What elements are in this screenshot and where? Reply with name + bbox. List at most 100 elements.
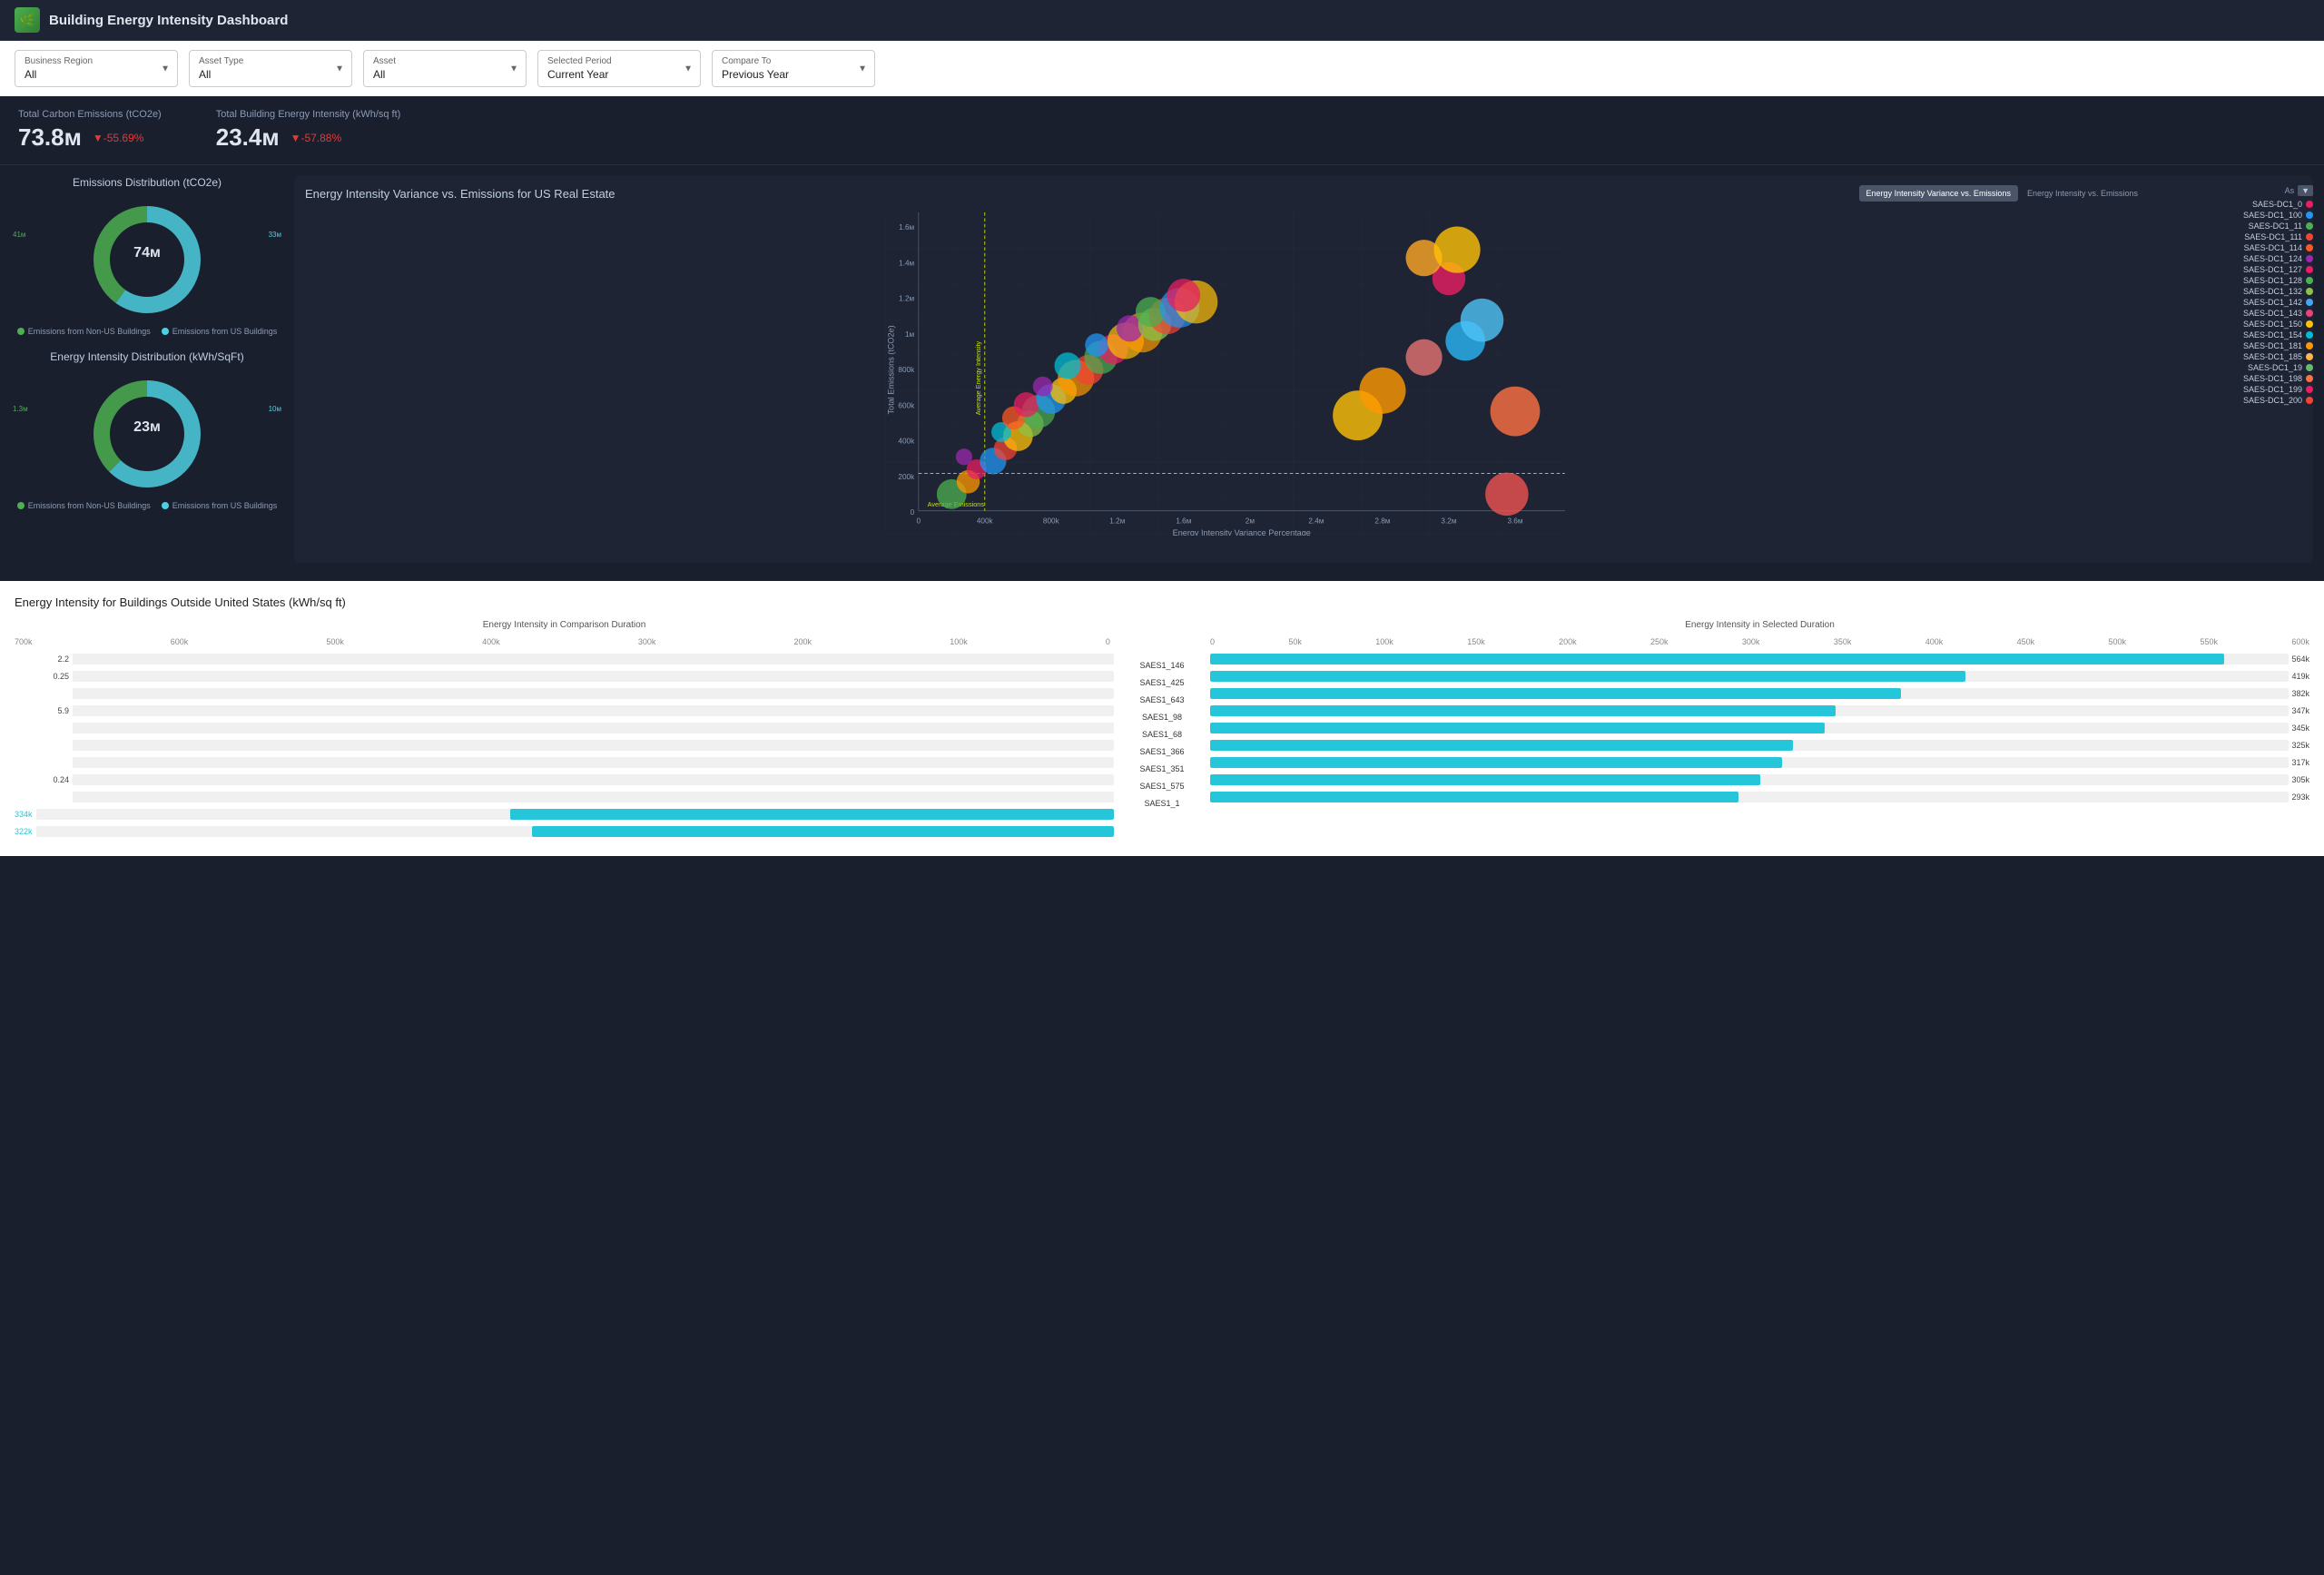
legend-dot-dc1-142 [2306, 299, 2313, 306]
left-bar-track-8 [73, 774, 1114, 785]
right-bar-track-4 [1210, 705, 2289, 716]
left-bar-track-7 [73, 757, 1114, 768]
chevron-down-icon: ▼ [161, 64, 170, 74]
filter-asset-type-label: Asset Type [199, 56, 342, 66]
left-bar-track-11 [36, 826, 1114, 837]
tab-variance-emissions[interactable]: Energy Intensity Variance vs. Emissions [1859, 185, 2018, 202]
left-bar-value-8: 0.24 [15, 775, 69, 784]
kpi-row: Total Carbon Emissions (tCO2e) 73.8м ▼-5… [0, 96, 2324, 165]
energy-distribution-section: Energy Intensity Distribution (kWh/SqFt)… [11, 350, 283, 510]
legend-dot-dc1-127 [2306, 266, 2313, 273]
scatter-plot-svg: 0 200k 400k 600k 800k 1м 1.2м 1.4м 1.6м … [305, 212, 2145, 536]
left-bar-row-5 [15, 721, 1114, 735]
svg-text:800k: 800k [1043, 517, 1060, 525]
emissions-donut-legend: Emissions from Non-US Buildings Emission… [11, 327, 283, 336]
energy-donut-title: Energy Intensity Distribution (kWh/SqFt) [11, 350, 283, 363]
right-bar-row-7: 317k [1210, 755, 2309, 770]
legend-item-dc1-181: SAES-DC1_181 [2154, 341, 2313, 350]
filter-asset-type-value: All [199, 68, 342, 81]
legend-item-dc1-198: SAES-DC1_198 [2154, 374, 2313, 383]
legend-dot-dc1-150 [2306, 320, 2313, 328]
right-bar-row-4: 347k [1210, 704, 2309, 718]
legend-energy-non-us-label: Emissions from Non-US Buildings [28, 501, 151, 510]
legend-dot-dc1-200 [2306, 397, 2313, 404]
left-bar-track-5 [73, 723, 1114, 733]
filter-business-region[interactable]: Business Region All ▼ [15, 50, 178, 87]
legend-item-dc1-143: SAES-DC1_143 [2154, 309, 2313, 318]
filter-asset[interactable]: Asset All ▼ [363, 50, 527, 87]
left-axis-labels: 700k 600k 500k 400k 300k 200k 100k 0 [15, 637, 1114, 646]
scatter-tabs: Energy Intensity Variance vs. Emissions … [1859, 185, 2145, 202]
legend-item-dc1-100: SAES-DC1_100 [2154, 211, 2313, 220]
svg-text:400k: 400k [977, 517, 994, 525]
svg-text:2.4м: 2.4м [1308, 517, 1324, 525]
right-bar-track-8 [1210, 774, 2289, 785]
svg-text:Average Energy Intensity: Average Energy Intensity [974, 341, 982, 416]
legend-dot-dc1-124 [2306, 255, 2313, 262]
right-bar-label-8: 305k [2291, 775, 2309, 784]
left-bar-value-1: 2.2 [15, 655, 69, 664]
legend-item-dc1-150: SAES-DC1_150 [2154, 320, 2313, 329]
right-bar-row-5: 345k [1210, 721, 2309, 735]
legend-item-dc1-124: SAES-DC1_124 [2154, 254, 2313, 263]
right-bar-row-2: 419k [1210, 669, 2309, 684]
energy-donut-chart: 23м [88, 375, 206, 493]
middle-label-5: SAES1_68 [1142, 725, 1182, 743]
chevron-down-icon: ▼ [335, 64, 344, 74]
left-bar-track-3 [73, 688, 1114, 699]
svg-text:1.6м: 1.6м [899, 223, 914, 231]
emissions-donut-container: 74м 41м 33м [11, 196, 283, 323]
filter-selected-period[interactable]: Selected Period Current Year ▼ [537, 50, 701, 87]
legend-dot-dc1-111 [2306, 233, 2313, 241]
legend-dot-dc1-100 [2306, 212, 2313, 219]
legend-dot-dc1-19 [2306, 364, 2313, 371]
svg-text:1.6м: 1.6м [1176, 517, 1191, 525]
legend-item-dc1-127: SAES-DC1_127 [2154, 265, 2313, 274]
left-bar-row-9 [15, 790, 1114, 804]
right-bar-track-7 [1210, 757, 2289, 768]
svg-text:400k: 400k [898, 438, 915, 446]
chevron-down-icon: ▼ [684, 64, 693, 74]
left-bar-row-3 [15, 686, 1114, 701]
left-bar-row-4: 5.9 [15, 704, 1114, 718]
middle-label-6: SAES1_366 [1139, 743, 1184, 760]
svg-text:23м: 23м [133, 419, 161, 435]
filter-bar: Business Region All ▼ Asset Type All ▼ A… [0, 41, 2324, 96]
legend-energy-us-label: Emissions from US Buildings [172, 501, 278, 510]
left-bar-row-6 [15, 738, 1114, 753]
svg-text:Energy Intensity Variance Perc: Energy Intensity Variance Percentage [1173, 528, 1311, 536]
legend-item-dc1-0: SAES-DC1_0 [2154, 200, 2313, 209]
right-bar-label-1: 564k [2291, 655, 2309, 664]
legend-filter-button[interactable]: ▼ [2298, 185, 2313, 196]
filter-compare-to[interactable]: Compare To Previous Year ▼ [712, 50, 875, 87]
legend-item-dc1-185: SAES-DC1_185 [2154, 352, 2313, 361]
right-bar-track-6 [1210, 740, 2289, 751]
right-bar-label-3: 382k [2291, 689, 2309, 698]
legend-dot-dc1-181 [2306, 342, 2313, 349]
kpi-energy-value: 23.4м [216, 123, 280, 152]
app-header: 🌿 Building Energy Intensity Dashboard [0, 0, 2324, 41]
filter-asset-type[interactable]: Asset Type All ▼ [189, 50, 352, 87]
right-bar-chart: Energy Intensity in Selected Duration 0 … [1203, 620, 2309, 842]
svg-text:0: 0 [916, 517, 921, 525]
right-bar-label-5: 345k [2291, 724, 2309, 733]
right-bar-track-1 [1210, 654, 2289, 664]
legend-us: Emissions from US Buildings [162, 327, 278, 336]
svg-text:200k: 200k [898, 473, 915, 481]
left-bar-chart-title: Energy Intensity in Comparison Duration [15, 620, 1114, 630]
left-bar-row-11: 322k [15, 824, 1114, 839]
legend-energy-non-us: Emissions from Non-US Buildings [17, 501, 151, 510]
svg-text:74м: 74м [133, 245, 161, 261]
app-title: Building Energy Intensity Dashboard [49, 13, 288, 28]
tab-intensity-emissions[interactable]: Energy Intensity vs. Emissions [2020, 185, 2145, 202]
bottom-charts-container: Energy Intensity in Comparison Duration … [15, 620, 2309, 842]
kpi-carbon-change: ▼-55.69% [93, 132, 144, 144]
right-bar-label-4: 347k [2291, 706, 2309, 715]
kpi-energy-change: ▼-57.88% [290, 132, 342, 144]
app-logo-icon: 🌿 [15, 7, 40, 33]
kpi-carbon-emissions: Total Carbon Emissions (tCO2e) 73.8м ▼-5… [18, 109, 162, 152]
legend-energy-us: Emissions from US Buildings [162, 501, 278, 510]
legend-non-us: Emissions from Non-US Buildings [17, 327, 151, 336]
middle-label-8: SAES1_575 [1139, 777, 1184, 794]
legend-item-dc1-11: SAES-DC1_11 [2154, 221, 2313, 231]
